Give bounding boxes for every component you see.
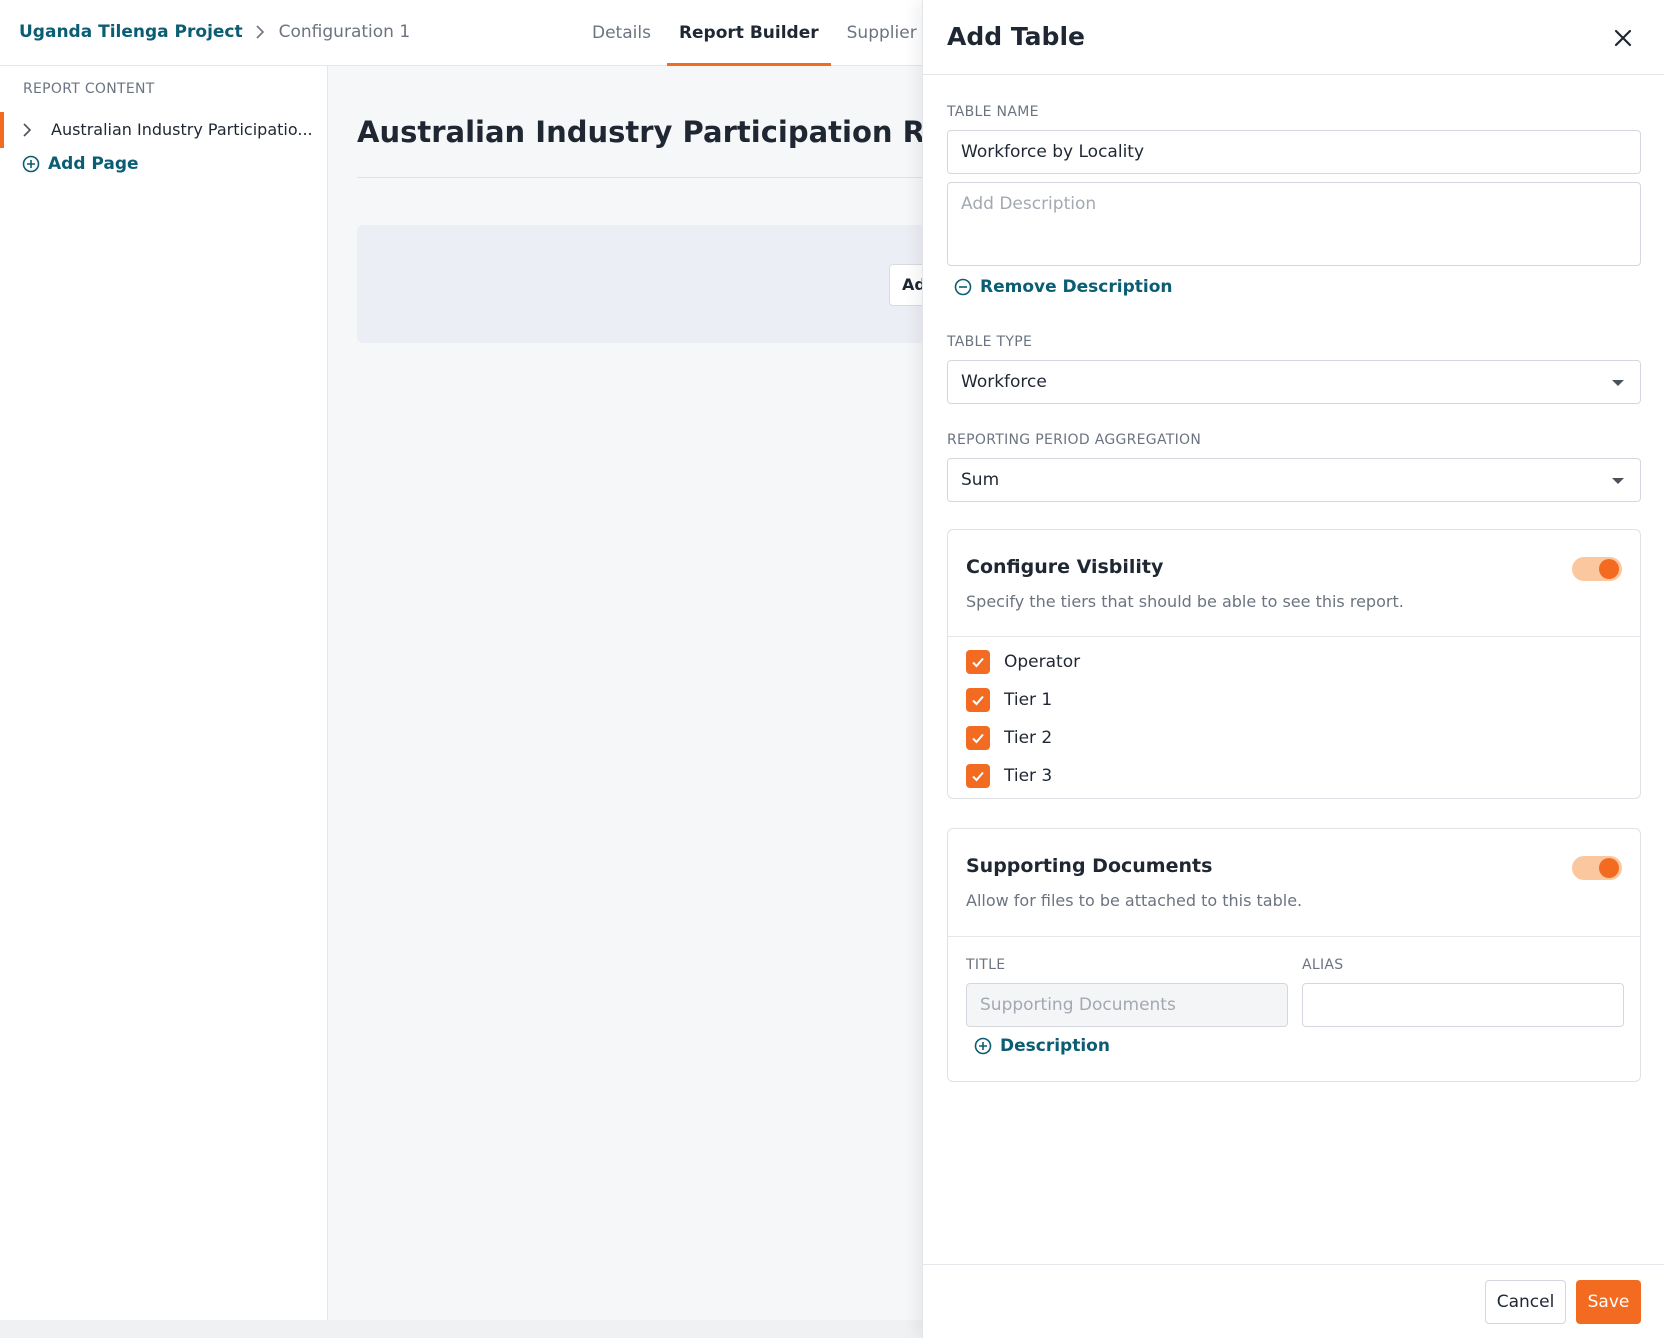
- add-page-label: Add Page: [48, 154, 139, 174]
- panel-divider: [948, 636, 1640, 637]
- table-name-input[interactable]: [947, 130, 1641, 174]
- aggregation-value: Sum: [961, 470, 1000, 490]
- close-icon: [1614, 29, 1632, 47]
- sidebar-item-page[interactable]: Australian Industry Participatio...: [0, 112, 327, 148]
- tier-label: Tier 1: [1004, 690, 1053, 710]
- close-button[interactable]: [1609, 24, 1637, 52]
- plus-circle-icon: [974, 1037, 992, 1055]
- add-content-button[interactable]: Ad: [889, 264, 922, 306]
- tier-checkbox-tier-3[interactable]: Tier 3: [966, 763, 1052, 789]
- page-title: Australian Industry Participation Report…: [357, 115, 922, 149]
- remove-description-label: Remove Description: [980, 277, 1173, 297]
- page-tabs: Details Report Builder Supplier Setu: [580, 0, 922, 66]
- empty-page-card: [357, 225, 922, 343]
- doc-title-input[interactable]: [966, 983, 1288, 1027]
- tier-checkbox-tier-2[interactable]: Tier 2: [966, 725, 1052, 751]
- supporting-documents-description: Allow for files to be attached to this t…: [966, 891, 1303, 910]
- report-content-sidebar: REPORT CONTENT Australian Industry Parti…: [0, 66, 328, 1320]
- chevron-right-icon[interactable]: [22, 122, 36, 138]
- table-type-select[interactable]: Workforce: [947, 360, 1641, 404]
- tab-report-builder[interactable]: Report Builder: [666, 0, 831, 66]
- tier-label: Tier 3: [1004, 766, 1053, 786]
- caret-down-icon: [1612, 478, 1624, 484]
- add-doc-description-label: Description: [1000, 1036, 1110, 1056]
- supporting-documents-panel: Supporting Documents Allow for files to …: [947, 828, 1641, 1082]
- table-type-value: Workforce: [961, 372, 1047, 392]
- title-divider: [357, 177, 922, 178]
- drawer-title: Add Table: [947, 22, 1085, 51]
- checkmark-icon: [966, 688, 990, 712]
- caret-down-icon: [1612, 380, 1624, 386]
- aggregation-label: REPORTING PERIOD AGGREGATION: [947, 432, 1202, 448]
- drawer-footer: Cancel Save: [923, 1264, 1664, 1338]
- doc-title-label: TITLE: [966, 957, 1006, 973]
- tier-checkbox-tier-1[interactable]: Tier 1: [966, 687, 1052, 713]
- cancel-button[interactable]: Cancel: [1485, 1280, 1566, 1324]
- sidebar-item-label: Australian Industry Participatio...: [51, 120, 313, 139]
- supporting-documents-toggle[interactable]: [1572, 856, 1622, 880]
- table-type-label: TABLE TYPE: [947, 334, 1033, 350]
- tier-checkbox-operator[interactable]: Operator: [966, 649, 1080, 675]
- add-table-drawer: Add Table TABLE NAME Remove Description …: [922, 0, 1664, 1338]
- top-bar: Uganda Tilenga Project Configuration 1 D…: [0, 0, 922, 66]
- visibility-panel: Configure Visbility Specify the tiers th…: [947, 529, 1641, 799]
- drawer-header: Add Table: [923, 0, 1664, 75]
- add-page-button[interactable]: Add Page: [22, 154, 139, 174]
- table-name-label: TABLE NAME: [947, 104, 1039, 120]
- plus-circle-icon: [22, 155, 40, 173]
- app-bottom-edge: [0, 1320, 922, 1338]
- tab-details[interactable]: Details: [580, 0, 663, 66]
- aggregation-select[interactable]: Sum: [947, 458, 1641, 502]
- description-textarea[interactable]: [947, 182, 1641, 266]
- tier-label: Tier 2: [1004, 728, 1053, 748]
- save-button[interactable]: Save: [1576, 1280, 1641, 1324]
- sidebar-heading: REPORT CONTENT: [23, 81, 155, 97]
- breadcrumb-project-link[interactable]: Uganda Tilenga Project: [19, 22, 243, 42]
- checkmark-icon: [966, 764, 990, 788]
- visibility-description: Specify the tiers that should be able to…: [966, 592, 1404, 611]
- checkmark-icon: [966, 650, 990, 674]
- chevron-right-icon: [255, 23, 267, 41]
- toggle-knob: [1599, 559, 1619, 579]
- tier-label: Operator: [1004, 652, 1081, 672]
- minus-circle-icon: [954, 278, 972, 296]
- checkmark-icon: [966, 726, 990, 750]
- toggle-knob: [1599, 858, 1619, 878]
- tab-supplier-setup[interactable]: Supplier Setu: [835, 0, 922, 66]
- doc-alias-input[interactable]: [1302, 983, 1624, 1027]
- breadcrumb: Uganda Tilenga Project Configuration 1: [19, 22, 410, 42]
- report-builder-app: Uganda Tilenga Project Configuration 1 D…: [0, 0, 922, 1320]
- breadcrumb-current: Configuration 1: [278, 22, 411, 42]
- panel-divider: [948, 936, 1640, 937]
- doc-alias-label: ALIAS: [1302, 957, 1344, 973]
- add-doc-description-button[interactable]: Description: [974, 1036, 1110, 1056]
- remove-description-button[interactable]: Remove Description: [954, 277, 1173, 297]
- visibility-title: Configure Visbility: [966, 556, 1164, 578]
- supporting-documents-title: Supporting Documents: [966, 855, 1213, 877]
- active-indicator: [0, 112, 4, 148]
- visibility-toggle[interactable]: [1572, 557, 1622, 581]
